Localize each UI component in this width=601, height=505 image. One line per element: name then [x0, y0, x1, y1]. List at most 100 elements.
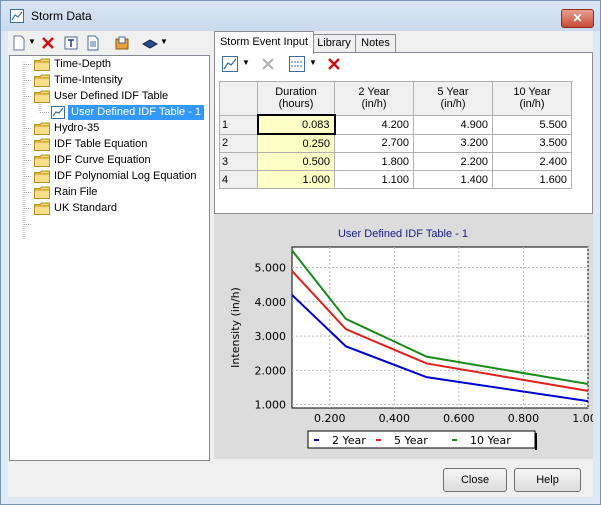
y-tick-label: 2.000	[255, 364, 287, 377]
folder-icon	[34, 138, 50, 151]
legend-label: 10 Year	[470, 434, 511, 447]
delete-disabled-icon	[262, 58, 274, 70]
table-row: 1 0.083 4.200 4.900 5.500	[219, 114, 572, 135]
table-header-row: Duration (hours) 2 Year (in/h) 5 Year (i…	[219, 81, 572, 116]
chevron-down-icon[interactable]: ▼	[160, 37, 168, 46]
intensity-cell[interactable]: 4.900	[413, 114, 493, 135]
legend-swatch	[376, 439, 381, 441]
chevron-down-icon[interactable]: ▼	[309, 58, 317, 67]
window-close-button[interactable]: ✕	[561, 9, 594, 28]
chevron-down-icon[interactable]: ▼	[28, 37, 36, 46]
row-number-header	[219, 81, 258, 116]
folder-icon	[34, 58, 50, 71]
intensity-cell[interactable]: 1.100	[334, 170, 414, 189]
intensity-cell[interactable]: 1.600	[492, 170, 572, 189]
tab-notes[interactable]: Notes	[355, 34, 396, 53]
delete-icon[interactable]	[326, 56, 342, 72]
folder-icon	[34, 202, 50, 215]
duration-cell[interactable]: 0.083	[256, 114, 336, 135]
folder-icon	[34, 154, 50, 167]
intensity-cell[interactable]: 2.700	[334, 133, 414, 153]
window-title: Storm Data	[31, 9, 92, 23]
dialog-buttons: Close Help	[8, 461, 593, 497]
idf-chart: User Defined IDF Table - 1 0.200 0.400 0.60…	[229, 228, 601, 450]
legend-shadow	[535, 433, 537, 450]
chart-title: User Defined IDF Table - 1	[338, 228, 468, 240]
column-header: 2 Year (in/h)	[334, 81, 414, 116]
tab-storm-event-input[interactable]: Storm Event Input	[214, 31, 314, 54]
tree-item-label: User Defined IDF Table - 1	[68, 105, 205, 120]
rename-icon[interactable]	[63, 35, 79, 51]
row-number: 2	[219, 133, 258, 153]
chevron-down-icon[interactable]: ▼	[242, 58, 250, 67]
tree-item-label: Time-Intensity	[54, 74, 123, 86]
storm-icon	[10, 9, 24, 23]
properties-icon[interactable]	[85, 35, 101, 51]
intensity-cell[interactable]: 1.800	[334, 152, 414, 171]
library-icon[interactable]	[142, 35, 158, 51]
duration-cell[interactable]: 1.000	[257, 170, 335, 189]
folder-icon	[34, 122, 50, 135]
tree-item-label: IDF Polynomial Log Equation	[54, 170, 197, 182]
intensity-cell[interactable]: 2.200	[413, 152, 493, 171]
new-icon[interactable]	[11, 35, 27, 51]
tab-library[interactable]: Library	[312, 34, 356, 53]
tree-item-label: User Defined IDF Table	[54, 90, 169, 102]
column-header: 10 Year (in/h)	[492, 81, 572, 116]
delete-icon[interactable]	[40, 35, 56, 51]
help-button[interactable]: Help	[514, 468, 581, 492]
folder-icon	[34, 90, 50, 103]
x-tick-label: 0.400	[379, 412, 411, 425]
tree-item-label: Time-Depth	[54, 58, 112, 70]
intensity-cell[interactable]: 1.400	[413, 170, 493, 189]
tree-item-label: Rain File	[54, 186, 98, 198]
storm-event-input-panel: ▼ ▼ Duration (hours) 2 Year (in/h) 5 Yea…	[214, 52, 593, 214]
storm-data-window: Storm Data ✕ ▼ ▼ Time-Depth Time-Intensi…	[0, 0, 601, 505]
x-tick-label: 0.800	[508, 412, 540, 425]
table-row: 2 0.250 2.700 3.200 3.500	[219, 133, 572, 153]
legend-swatch	[452, 439, 457, 441]
row-number: 3	[219, 152, 258, 171]
title-bar: Storm Data ✕	[1, 1, 600, 31]
y-axis-label: Intensity (in/h)	[229, 287, 242, 368]
idf-table-icon	[51, 106, 65, 119]
tab-strip: Storm Event Input Library Notes	[214, 31, 593, 54]
y-tick-label: 5.000	[255, 262, 287, 275]
column-header: 5 Year (in/h)	[413, 81, 493, 116]
idf-table: Duration (hours) 2 Year (in/h) 5 Year (i…	[219, 81, 572, 189]
tree-item-label: Hydro-35	[54, 122, 100, 134]
intensity-cell[interactable]: 3.200	[413, 133, 493, 153]
storm-data-tree[interactable]: Time-Depth Time-Intensity User Defined IDF…	[9, 55, 210, 461]
close-button[interactable]: Close	[443, 468, 507, 492]
duration-cell[interactable]: 0.500	[257, 152, 335, 171]
legend-swatch	[314, 439, 319, 441]
y-tick-label: 4.000	[255, 296, 287, 309]
folder-icon	[34, 186, 50, 199]
x-tick-label: 0.200	[314, 412, 346, 425]
intensity-cell[interactable]: 4.200	[334, 114, 414, 135]
intensity-cell[interactable]: 2.400	[492, 152, 572, 171]
chart-view-icon[interactable]	[222, 56, 238, 72]
intensity-cell[interactable]: 3.500	[492, 133, 572, 153]
client-area: ▼ ▼ Time-Depth Time-Intensity User Defin…	[8, 31, 601, 497]
legend-label: 5 Year	[394, 434, 428, 447]
tree-item-label: IDF Curve Equation	[54, 154, 151, 166]
x-tick-label: 0.600	[443, 412, 475, 425]
row-number: 1	[219, 114, 258, 135]
duration-cell[interactable]: 0.250	[257, 133, 335, 153]
import-icon[interactable]	[114, 35, 130, 51]
y-tick-label: 3.000	[255, 330, 287, 343]
table-view-icon[interactable]	[289, 56, 305, 72]
row-number: 4	[219, 170, 258, 189]
legend-label: 2 Year	[332, 434, 366, 447]
table-toolbar: ▼ ▼	[215, 53, 592, 77]
chart-panel: User Defined IDF Table - 1 0.200 0.400 0.60…	[214, 214, 601, 459]
table-row: 3 0.500 1.800 2.200 2.400	[219, 152, 572, 171]
intensity-cell[interactable]: 5.500	[492, 114, 572, 135]
tree-toolbar: ▼ ▼	[8, 32, 208, 56]
column-header: Duration (hours)	[257, 81, 335, 116]
x-tick-label: 1.000	[572, 412, 593, 425]
tree-item-label: IDF Table Equation	[54, 138, 148, 150]
folder-icon	[34, 170, 50, 183]
folder-icon	[34, 74, 50, 87]
